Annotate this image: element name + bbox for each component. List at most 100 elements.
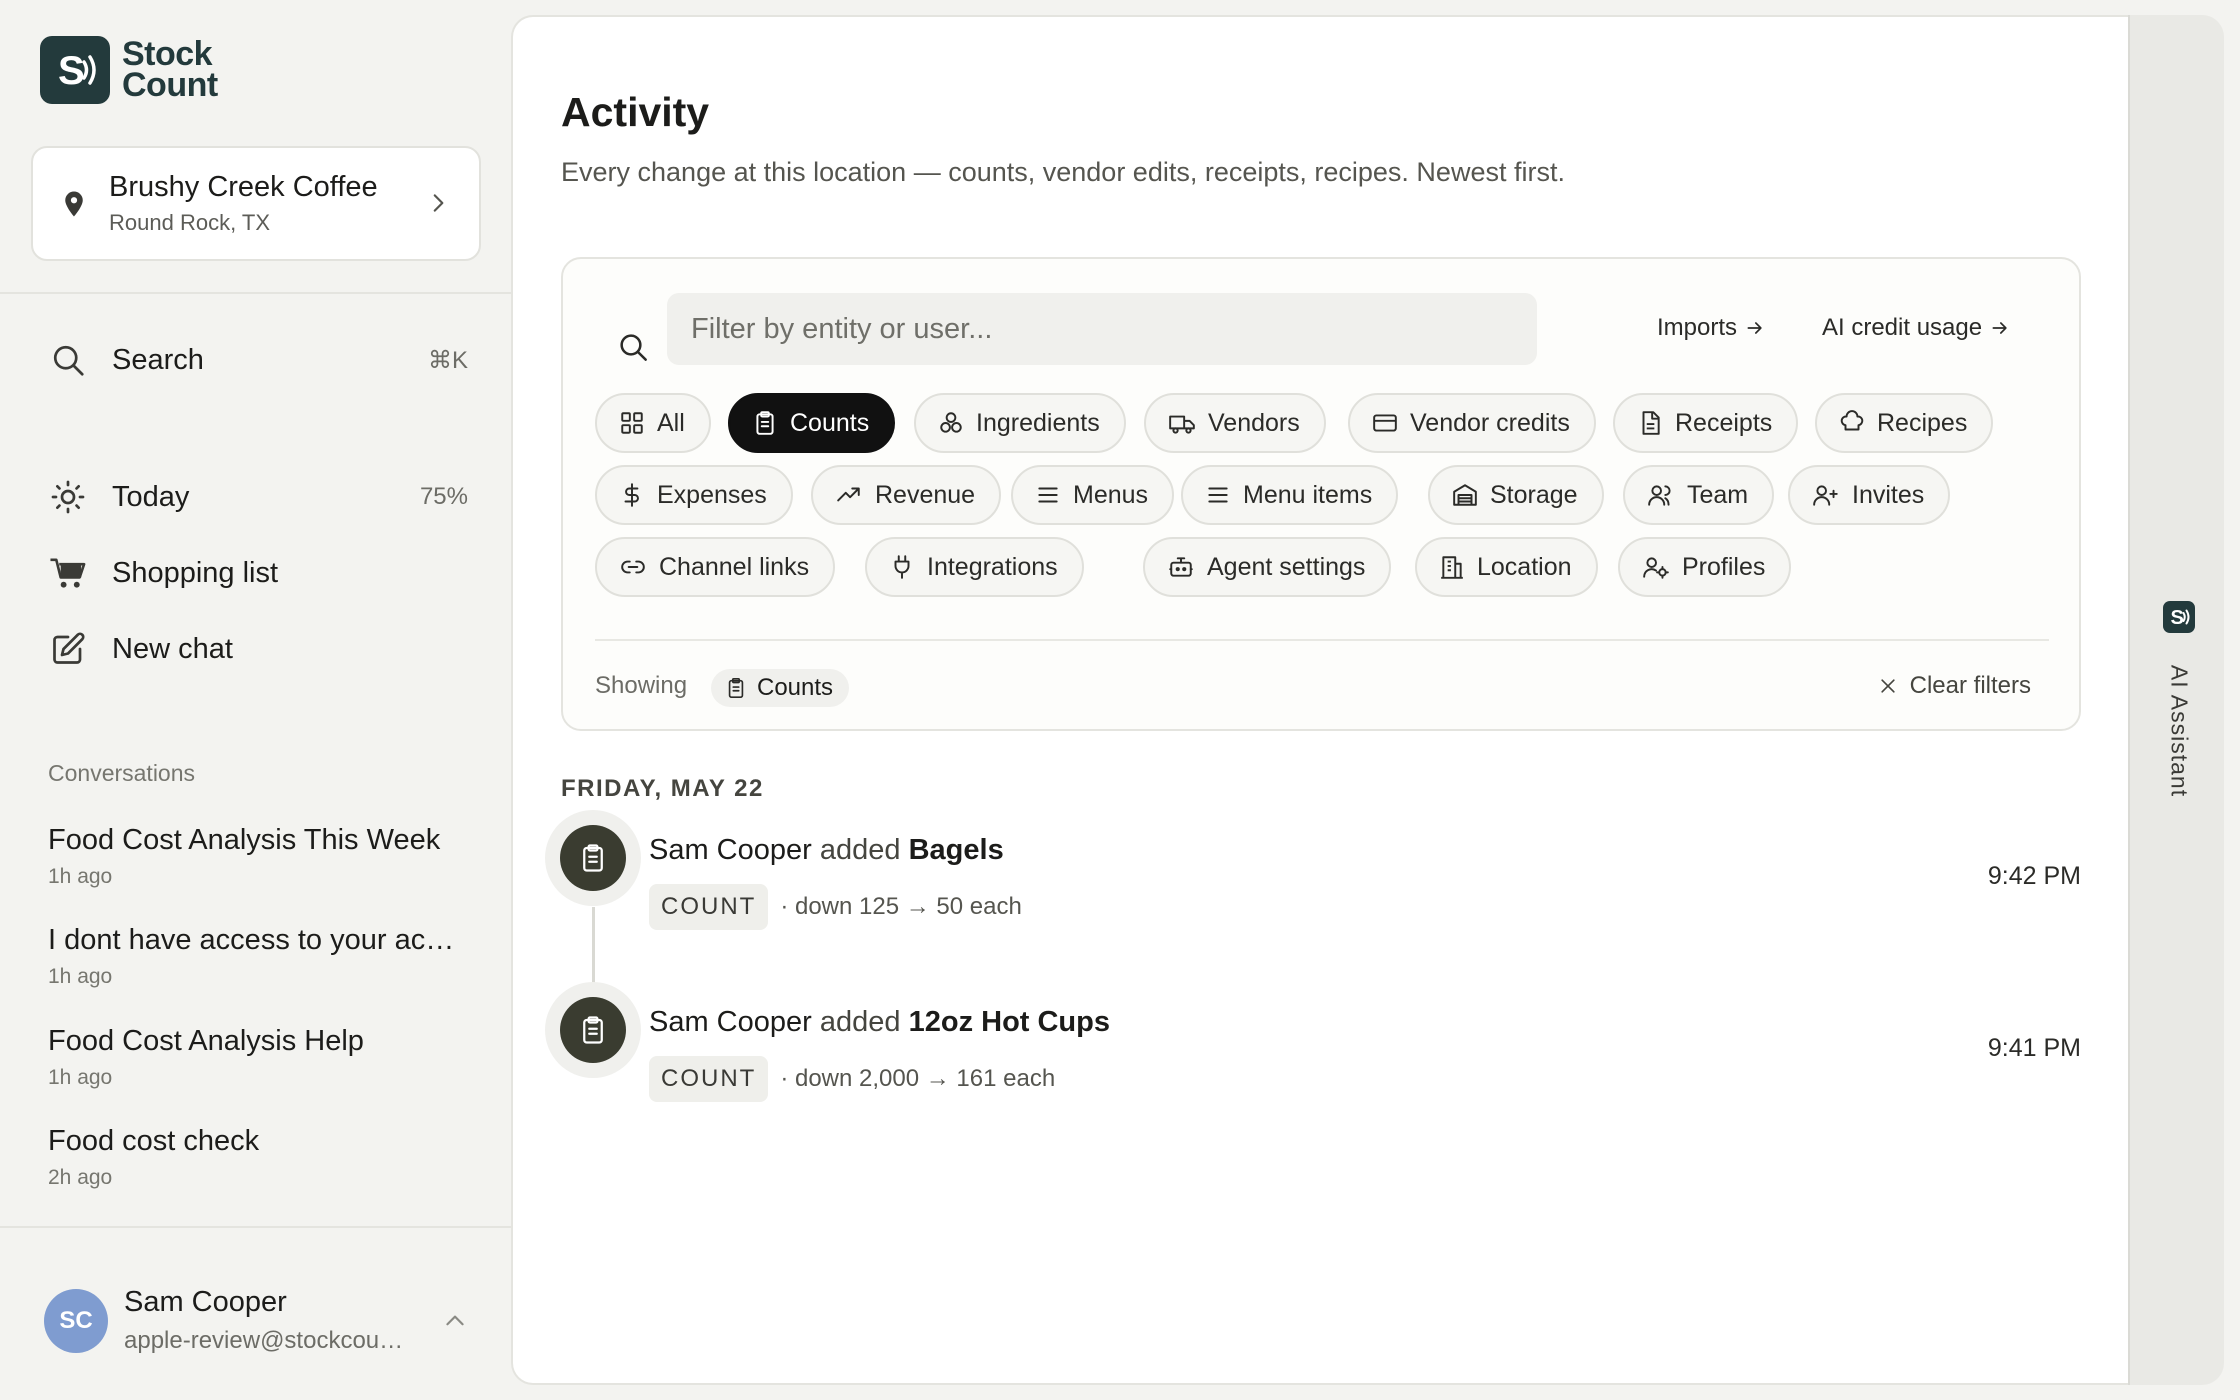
conversations-heading: Conversations [48,760,196,786]
chip-location[interactable]: Location [1415,537,1598,597]
clear-filters-label: Clear filters [1909,672,2031,699]
brand-wordmark: Stock Count [122,37,218,102]
chip-integrations[interactable]: Integrations [865,537,1084,597]
chip-label: Expenses [657,480,767,509]
clipboard-icon [578,1015,608,1045]
chip-vendor-credits[interactable]: Vendor credits [1348,393,1596,453]
chip-label: Recipes [1877,408,1968,437]
chip-label: All [657,408,685,437]
filter-card: Imports AI credit usage All Counts Ingre… [561,257,2081,731]
chip-expenses[interactable]: Expenses [595,465,793,525]
chip-label: Menu items [1243,480,1373,509]
activity-filter-input[interactable] [667,293,1537,365]
conversation-item[interactable]: I dont have access to your account 1h ag… [48,924,478,989]
conversation-title: Food Cost Analysis Help [48,1025,364,1057]
activity-item[interactable]: Sam Cooper added Bagels COUNT · down 125… [545,810,2081,940]
arrow-right-icon [1982,318,2010,338]
brand-logo[interactable]: S Stock Count [40,36,218,104]
conversation-item[interactable]: Food Cost Analysis This Week 1h ago [48,824,478,889]
chip-menus[interactable]: Menus [1011,465,1175,525]
activity-date-heading: FRIDAY, MAY 22 [561,775,764,802]
credit-card-icon [1372,410,1398,436]
nav-today-label: Today [112,480,190,513]
showing-label: Showing [595,672,688,699]
chip-team[interactable]: Team [1623,465,1775,525]
bot-icon [1167,554,1195,580]
activity-entity[interactable]: Bagels [909,834,1004,866]
conversation-time: 2h ago [48,1166,113,1189]
clipboard-icon [725,677,747,699]
activity-verb: added [819,1006,901,1038]
chip-label: Counts [790,408,870,437]
nav-shopping-label: Shopping list [112,556,279,589]
activity-time: 9:42 PM [1987,862,2081,890]
chip-label: Storage [1490,480,1578,509]
sun-icon [48,479,88,515]
chip-label: Menus [1073,480,1149,509]
sidebar-divider [0,1226,511,1228]
search-icon [48,342,88,378]
plug-icon [889,554,915,580]
svg-text:S: S [58,49,85,93]
chip-vendors[interactable]: Vendors [1144,393,1326,453]
ai-credit-usage-link[interactable]: AI credit usage [1822,314,2010,342]
chip-ingredients[interactable]: Ingredients [914,393,1126,453]
chip-label: Profiles [1682,552,1766,581]
activity-verb: added [819,834,901,866]
chip-storage[interactable]: Storage [1428,465,1604,525]
chip-receipts[interactable]: Receipts [1613,393,1799,453]
chip-profiles[interactable]: Profiles [1618,537,1792,597]
activity-entity[interactable]: 12oz Hot Cups [909,1006,1110,1038]
clear-filters-button[interactable]: Clear filters [1878,672,2031,700]
nav-shopping-list[interactable]: Shopping list [48,555,468,591]
activity-detail: · down 125 → 50 each [780,893,1022,920]
list-icon [1035,482,1061,508]
ingredients-icon [938,410,964,436]
location-switcher[interactable]: Brushy Creek Coffee Round Rock, TX [31,146,481,261]
activity-user[interactable]: Sam Cooper [649,1006,812,1038]
stockcount-logo-icon: S [40,36,110,104]
nav-search[interactable]: Search ⌘K [48,342,468,378]
map-pin-icon [59,189,89,219]
receipt-icon [1637,410,1663,436]
chip-invites[interactable]: Invites [1788,465,1951,525]
ai-assistant-toggle[interactable]: S AI Assistant [2128,15,2224,1385]
activity-user[interactable]: Sam Cooper [649,834,812,866]
building-icon [1439,554,1465,580]
conversation-time: 1h ago [48,1066,113,1089]
activity-type-badge: COUNT [649,884,769,930]
activity-icon [545,810,641,906]
truck-icon [1168,410,1196,436]
chip-agent-settings[interactable]: Agent settings [1143,537,1392,597]
chip-all[interactable]: All [595,393,711,453]
clipboard-icon [752,410,778,436]
activity-summary: Sam Cooper added 12oz Hot Cups [649,1006,1110,1039]
search-shortcut: ⌘K [427,346,468,374]
conversation-item[interactable]: Food cost check 2h ago [48,1125,478,1190]
chip-revenue[interactable]: Revenue [811,465,1002,525]
today-progress: 75% [419,483,468,510]
chip-menu-items[interactable]: Menu items [1181,465,1399,525]
location-city: Round Rock, TX [109,210,271,235]
chip-label: Integrations [927,552,1058,581]
chip-label: Team [1687,480,1749,509]
chef-hat-icon [1839,410,1865,436]
clipboard-icon [578,843,608,873]
user-menu[interactable]: SC Sam Cooper apple-review@stockcount.ap… [44,1286,474,1355]
nav-search-label: Search [112,343,204,376]
chip-counts[interactable]: Counts [728,393,896,453]
chip-label: Ingredients [976,408,1100,437]
chip-channel-links[interactable]: Channel links [595,537,836,597]
nav-new-chat[interactable]: New chat [48,631,468,667]
nav-today[interactable]: Today 75% [48,479,468,515]
imports-link[interactable]: Imports [1657,314,1765,342]
activity-item[interactable]: Sam Cooper added 12oz Hot Cups COUNT · d… [545,982,2081,1112]
grid-icon [619,410,645,436]
stockcount-logo-icon: S [2163,601,2195,633]
conversation-item[interactable]: Food Cost Analysis Help 1h ago [48,1025,478,1090]
page-title: Activity [561,89,710,135]
chip-label: Agent settings [1207,552,1366,581]
chip-label: Receipts [1675,408,1773,437]
chip-recipes[interactable]: Recipes [1815,393,1994,453]
chip-label: Invites [1852,480,1925,509]
